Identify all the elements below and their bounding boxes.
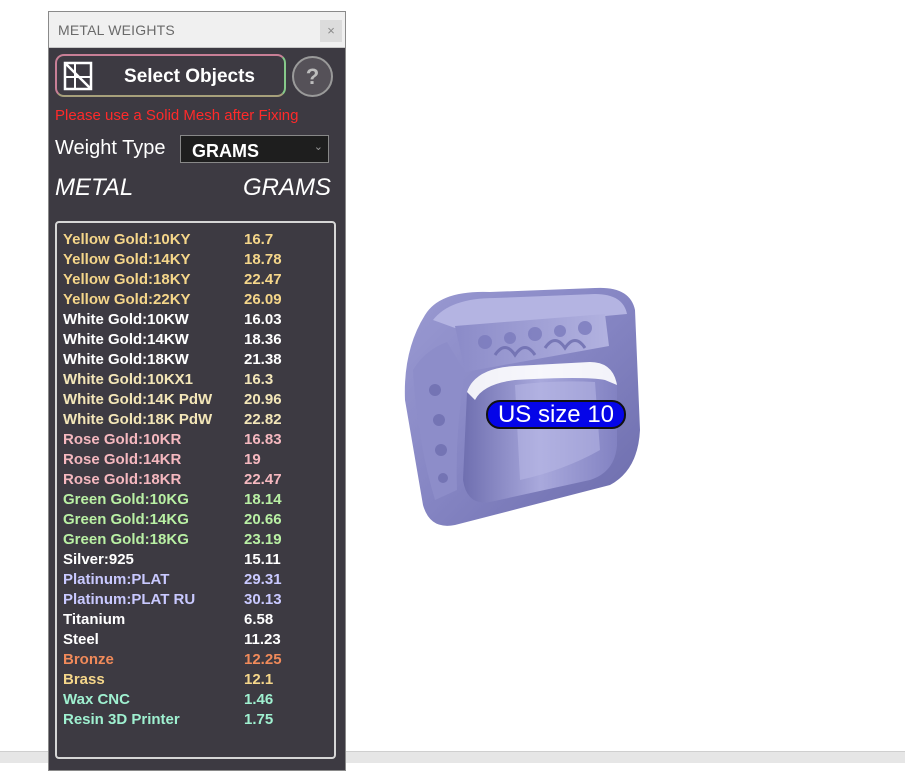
list-item: Rose Gold:10KR 16.83 bbox=[63, 431, 333, 451]
metal-name: Rose Gold:10KR bbox=[63, 431, 182, 448]
close-icon: × bbox=[327, 23, 335, 38]
metal-name: Steel bbox=[63, 631, 99, 648]
weight-type-label: Weight Type bbox=[55, 137, 166, 159]
metal-weight-list[interactable]: Yellow Gold:10KY 16.7 Yellow Gold:14KY 18.7… bbox=[55, 221, 336, 759]
metal-weight: 22.82 bbox=[244, 411, 282, 428]
metal-name: White Gold:18K PdW bbox=[63, 411, 213, 428]
close-button[interactable]: × bbox=[320, 20, 342, 42]
metal-name: Brass bbox=[63, 671, 105, 688]
list-item: Silver:925 15.11 bbox=[63, 551, 333, 571]
metal-name: Yellow Gold:14KY bbox=[63, 251, 191, 268]
list-item: Yellow Gold:14KY 18.78 bbox=[63, 251, 333, 271]
list-item: Steel 11.23 bbox=[63, 631, 333, 651]
metal-name: Titanium bbox=[63, 611, 126, 628]
weight-type-select[interactable]: GRAMS ⌄ bbox=[180, 135, 329, 163]
list-item: Platinum:PLAT RU 30.13 bbox=[63, 591, 333, 611]
metal-name: Yellow Gold:22KY bbox=[63, 291, 191, 308]
list-item: Green Gold:10KG 18.14 bbox=[63, 491, 333, 511]
metal-weight: 16.03 bbox=[244, 311, 282, 328]
list-item: White Gold:14KW 18.36 bbox=[63, 331, 333, 351]
column-header-grams: GRAMS bbox=[243, 174, 332, 201]
metal-weight: 21.38 bbox=[244, 351, 282, 368]
metal-weight: 16.83 bbox=[244, 431, 282, 448]
metal-weight: 18.14 bbox=[244, 491, 282, 508]
panel-titlebar[interactable]: METAL WEIGHTS × bbox=[49, 12, 345, 48]
list-item: Yellow Gold:22KY 26.09 bbox=[63, 291, 333, 311]
select-objects-button[interactable]: Select Objects bbox=[55, 54, 286, 97]
list-item: White Gold:18K PdW 22.82 bbox=[63, 411, 333, 431]
ring-size-label: US size 10 bbox=[486, 400, 626, 429]
list-item: White Gold:10KX1 16.3 bbox=[63, 371, 333, 391]
metal-name: Platinum:PLAT RU bbox=[63, 591, 196, 608]
metal-weight: 19 bbox=[244, 451, 261, 468]
list-item: Rose Gold:14KR 19 bbox=[63, 451, 333, 471]
metal-weight: 18.36 bbox=[244, 331, 282, 348]
metal-weight: 16.7 bbox=[244, 231, 274, 248]
list-item: Rose Gold:18KR 22.47 bbox=[63, 471, 333, 491]
metal-weight: 1.46 bbox=[244, 691, 274, 708]
panel-title: METAL WEIGHTS bbox=[58, 22, 175, 38]
column-header-metal: METAL bbox=[55, 174, 134, 201]
select-objects-label: Select Objects bbox=[124, 66, 255, 87]
list-item: Green Gold:14KG 20.66 bbox=[63, 511, 333, 531]
metal-name: Yellow Gold:18KY bbox=[63, 271, 191, 288]
metal-name: White Gold:10KX1 bbox=[63, 371, 194, 388]
metal-name: Green Gold:10KG bbox=[63, 491, 189, 508]
metal-name: Green Gold:14KG bbox=[63, 511, 189, 528]
metal-weight: 15.11 bbox=[244, 551, 281, 568]
list-item: Resin 3D Printer 1.75 bbox=[63, 711, 333, 731]
metal-name: Resin 3D Printer bbox=[63, 711, 180, 728]
warning-message: Please use a Solid Mesh after Fixing bbox=[55, 107, 299, 124]
metal-name: White Gold:10KW bbox=[63, 311, 189, 328]
metal-weight: 16.3 bbox=[244, 371, 274, 388]
weight-type-value: GRAMS bbox=[192, 141, 259, 161]
metal-name: Silver:925 bbox=[63, 551, 134, 568]
list-item: Bronze 12.25 bbox=[63, 651, 333, 671]
metal-weight: 22.47 bbox=[244, 471, 282, 488]
list-item: White Gold:18KW 21.38 bbox=[63, 351, 333, 371]
list-item: Brass 12.1 bbox=[63, 671, 333, 691]
metal-weights-panel: METAL WEIGHTS × Select Objects ? Please … bbox=[48, 11, 346, 771]
metal-name: Green Gold:18KG bbox=[63, 531, 189, 548]
metal-weight: 12.1 bbox=[244, 671, 274, 688]
metal-weight: 6.58 bbox=[244, 611, 274, 628]
metal-name: Bronze bbox=[63, 651, 114, 668]
metal-weight: 29.31 bbox=[244, 571, 282, 588]
list-item: Yellow Gold:18KY 22.47 bbox=[63, 271, 333, 291]
metal-weight: 23.19 bbox=[244, 531, 282, 548]
metal-name: White Gold:14KW bbox=[63, 331, 189, 348]
metal-weight: 18.78 bbox=[244, 251, 282, 268]
list-item: White Gold:10KW 16.03 bbox=[63, 311, 333, 331]
list-item: Titanium 6.58 bbox=[63, 611, 333, 631]
metal-weight: 1.75 bbox=[244, 711, 274, 728]
list-item: Green Gold:18KG 23.19 bbox=[63, 531, 333, 551]
help-icon: ? bbox=[305, 64, 320, 89]
metal-name: White Gold:14K PdW bbox=[63, 391, 213, 408]
metal-name: White Gold:18KW bbox=[63, 351, 189, 368]
metal-weight: 20.66 bbox=[244, 511, 282, 528]
chevron-down-icon: ⌄ bbox=[313, 141, 323, 153]
metal-name: Rose Gold:18KR bbox=[63, 471, 182, 488]
list-item: Platinum:PLAT 29.31 bbox=[63, 571, 333, 591]
list-item: White Gold:14K PdW 20.96 bbox=[63, 391, 333, 411]
metal-name: Platinum:PLAT bbox=[63, 571, 170, 588]
metal-weight: 12.25 bbox=[244, 651, 282, 668]
help-button[interactable]: ? bbox=[292, 56, 333, 97]
list-item: Yellow Gold:10KY 16.7 bbox=[63, 231, 333, 251]
metal-weight: 26.09 bbox=[244, 291, 282, 308]
metal-name: Wax CNC bbox=[63, 691, 130, 708]
metal-name: Yellow Gold:10KY bbox=[63, 231, 191, 248]
metal-name: Rose Gold:14KR bbox=[63, 451, 182, 468]
metal-weight: 11.23 bbox=[244, 631, 281, 648]
metal-weight: 30.13 bbox=[244, 591, 282, 608]
list-item: Wax CNC 1.46 bbox=[63, 691, 333, 711]
metal-weight: 20.96 bbox=[244, 391, 282, 408]
metal-weight: 22.47 bbox=[244, 271, 282, 288]
